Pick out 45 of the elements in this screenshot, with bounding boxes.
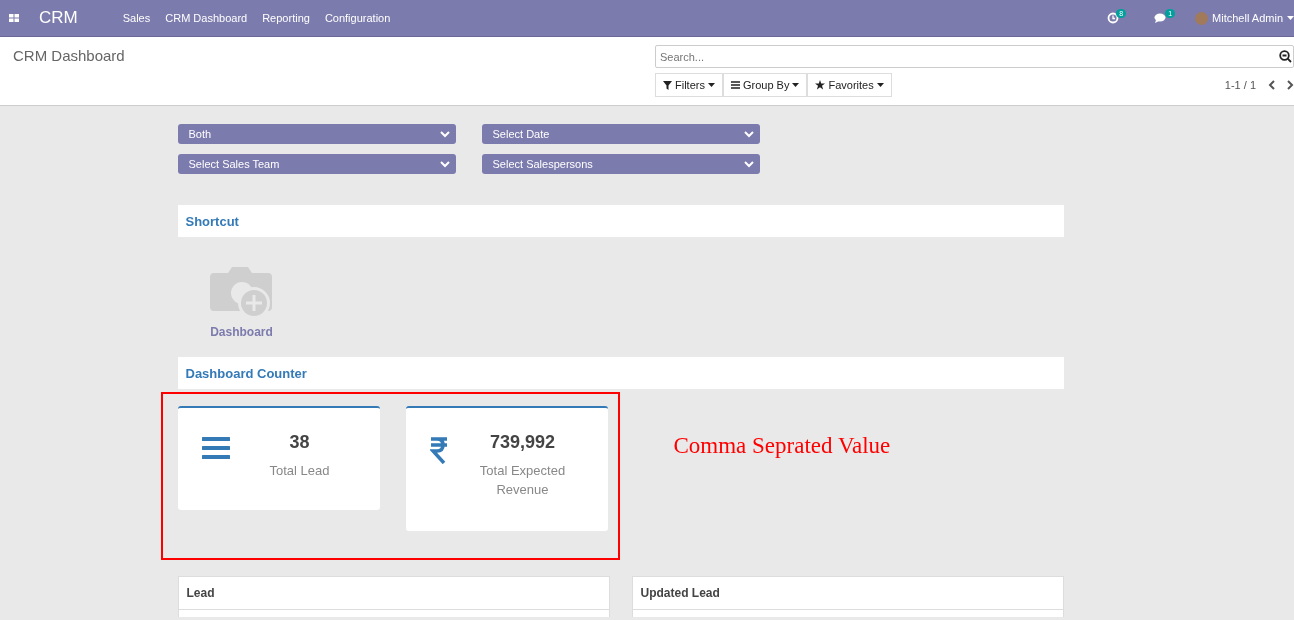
search-icon[interactable]: [1279, 50, 1292, 63]
clock-icon[interactable]: [1107, 12, 1120, 24]
counter-label: Total Expected Revenue: [478, 462, 567, 499]
section-title: Dashboard Counter: [185, 365, 307, 381]
list-icon: [201, 436, 230, 460]
annotation-text: Comma Seprated Value: [673, 433, 891, 459]
menu-item[interactable]: Configuration: [324, 12, 391, 24]
star-icon: [815, 80, 826, 90]
counter-value: 38: [288, 432, 311, 453]
filter-dropdown[interactable]: Select Salespersons: [481, 154, 760, 174]
filter-dropdown[interactable]: Select Sales Team: [177, 154, 456, 174]
lines-icon: [730, 81, 740, 89]
caret-icon: [1287, 16, 1294, 20]
next-icon[interactable]: [1287, 80, 1294, 90]
rupee-icon: [429, 436, 448, 464]
search-option-button[interactable]: Favorites: [807, 73, 892, 97]
page-title: CRM Dashboard: [12, 46, 126, 66]
app-name: CRM: [39, 8, 78, 28]
previous-icon[interactable]: [1268, 80, 1275, 90]
section-title: Shortcut: [185, 213, 239, 229]
table-title: Lead: [178, 577, 609, 610]
caret-icon: [792, 83, 800, 87]
chevron-down-icon: [439, 160, 450, 168]
table-title: Updated Lead: [632, 577, 1063, 610]
caret-icon: [876, 83, 884, 87]
caret-icon: [707, 83, 715, 87]
filter-dropdown[interactable]: Both: [177, 124, 456, 144]
chevron-down-icon: [743, 160, 754, 168]
menu-item[interactable]: Sales: [122, 12, 151, 24]
shortcut-link[interactable]: Dashboard: [210, 325, 273, 339]
search-field[interactable]: Search...: [655, 45, 1294, 68]
counter-label: Total Lead: [268, 462, 331, 480]
filter-dropdown[interactable]: Select Date: [481, 124, 760, 144]
chevron-down-icon: [743, 130, 754, 138]
menu-item[interactable]: Reporting: [262, 12, 310, 24]
avatar-icon: [1195, 11, 1209, 25]
chevron-down-icon: [439, 130, 450, 138]
user-menu[interactable]: Mitchell Admin: [1212, 12, 1283, 24]
counter-value: 739,992: [488, 432, 557, 453]
pager-value: 1-1 / 1: [1224, 79, 1256, 91]
search-option-button[interactable]: Group By: [722, 73, 808, 97]
apps-grid-icon[interactable]: [9, 14, 19, 22]
funnel-icon: [663, 80, 672, 90]
menu-item[interactable]: CRM Dashboard: [165, 12, 248, 24]
search-option-button[interactable]: Filters: [655, 73, 723, 97]
